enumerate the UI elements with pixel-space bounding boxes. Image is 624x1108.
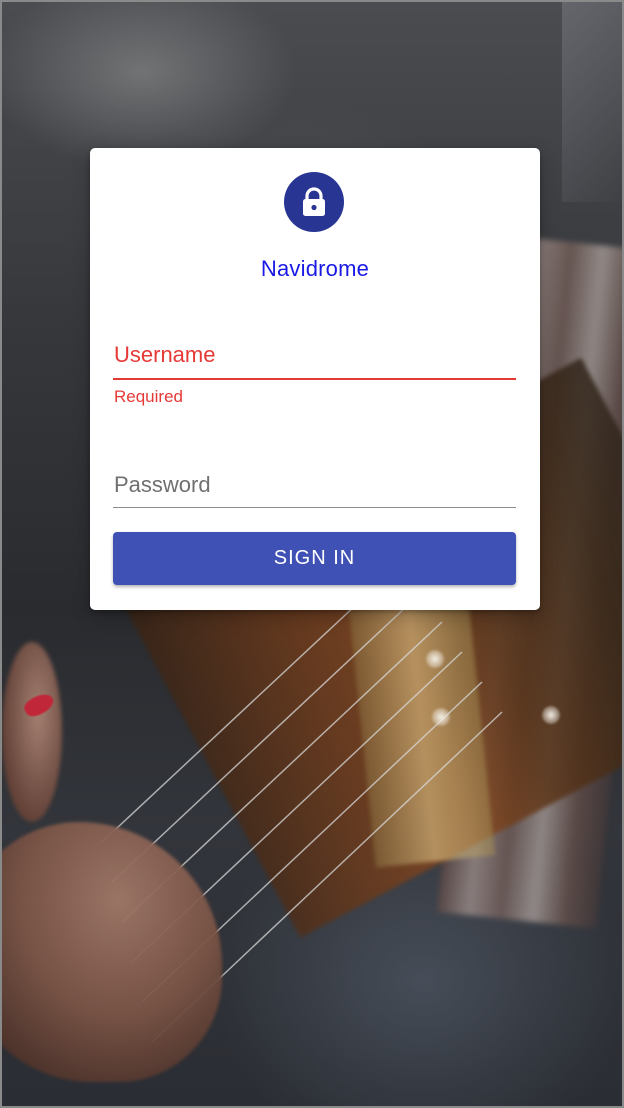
login-card: Navidrome Username Required Password SIG… <box>90 148 540 610</box>
lock-icon <box>303 187 325 216</box>
username-input[interactable] <box>113 338 516 380</box>
fret-marker <box>432 708 450 726</box>
app-title: Navidrome <box>260 256 370 281</box>
fret-marker <box>426 650 444 668</box>
screen: Navidrome Username Required Password SIG… <box>0 0 624 1108</box>
password-field[interactable]: Password <box>113 468 516 508</box>
password-underline <box>113 507 516 508</box>
avatar <box>284 172 344 232</box>
username-helper-text: Required <box>114 387 183 406</box>
username-underline <box>113 378 516 380</box>
hand <box>2 642 62 822</box>
sign-in-button[interactable]: SIGN IN <box>113 532 516 585</box>
fret-marker <box>542 706 560 724</box>
password-input[interactable] <box>113 468 516 508</box>
username-field[interactable]: Username <box>113 338 516 380</box>
